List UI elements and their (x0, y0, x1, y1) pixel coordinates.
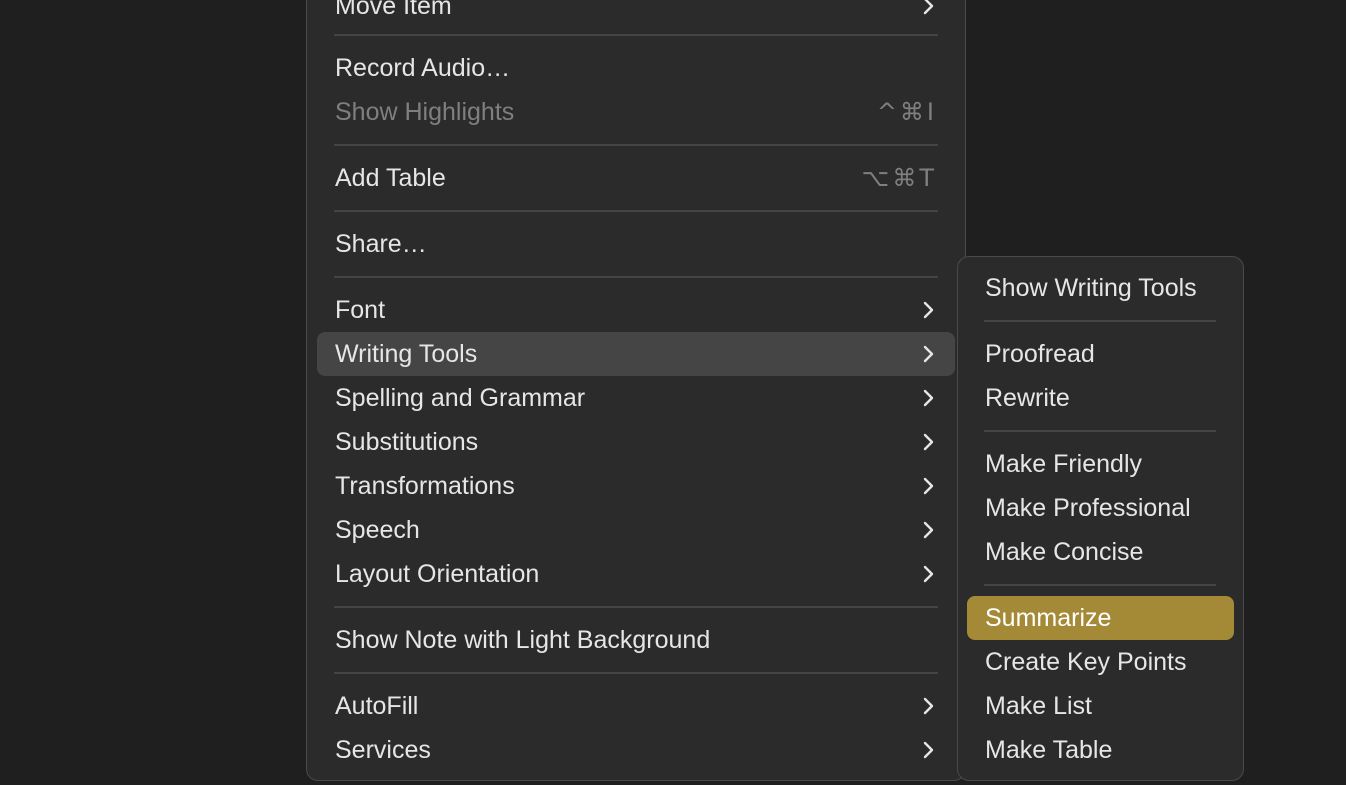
menu-separator (984, 584, 1216, 586)
menu-item-transformations[interactable]: Transformations (317, 464, 955, 508)
menu-item-label: Move Item (335, 0, 452, 20)
submenu-item-make-table[interactable]: Make Table (967, 728, 1234, 772)
keyboard-shortcut: ^⌘I (876, 98, 937, 126)
menu-item-add-table[interactable]: Add Table ⌥⌘T (317, 156, 955, 200)
menu-item-label: Make Concise (985, 538, 1144, 566)
menu-item-services[interactable]: Services (317, 728, 955, 772)
menu-item-record-audio[interactable]: Record Audio… (317, 46, 955, 90)
menu-item-font[interactable]: Font (317, 288, 955, 332)
menu-item-label: Make Table (985, 736, 1113, 764)
chevron-right-icon (919, 521, 937, 539)
menu-item-label: Speech (335, 516, 420, 544)
chevron-right-icon (919, 389, 937, 407)
menu-item-label: Share… (335, 230, 427, 258)
menu-separator (334, 210, 938, 212)
chevron-right-icon (919, 345, 937, 363)
menu-item-label: Layout Orientation (335, 560, 540, 588)
submenu-item-make-list[interactable]: Make List (967, 684, 1234, 728)
menu-item-speech[interactable]: Speech (317, 508, 955, 552)
menu-item-label: Proofread (985, 340, 1095, 368)
menu-item-layout-orientation[interactable]: Layout Orientation (317, 552, 955, 596)
menu-item-label: Show Highlights (335, 98, 515, 126)
menu-separator (984, 430, 1216, 432)
submenu-item-proofread[interactable]: Proofread (967, 332, 1234, 376)
chevron-right-icon (919, 477, 937, 495)
menu-item-label: Make Professional (985, 494, 1191, 522)
chevron-right-icon (919, 741, 937, 759)
chevron-right-icon (919, 697, 937, 715)
chevron-right-icon (919, 0, 937, 15)
submenu-item-make-friendly[interactable]: Make Friendly (967, 442, 1234, 486)
menu-item-share[interactable]: Share… (317, 222, 955, 266)
menu-item-spelling-and-grammar[interactable]: Spelling and Grammar (317, 376, 955, 420)
menu-item-show-note-light-background[interactable]: Show Note with Light Background (317, 618, 955, 662)
menu-separator (334, 144, 938, 146)
keyboard-shortcut: ⌥⌘T (861, 164, 937, 192)
menu-item-label: Make Friendly (985, 450, 1142, 478)
menu-item-label: Make List (985, 692, 1092, 720)
menu-item-label: Services (335, 736, 431, 764)
menu-separator (334, 276, 938, 278)
submenu-item-rewrite[interactable]: Rewrite (967, 376, 1234, 420)
menu-item-label: Substitutions (335, 428, 479, 456)
menu-separator (984, 320, 1216, 322)
menu-item-writing-tools[interactable]: Writing Tools (317, 332, 955, 376)
menu-item-autofill[interactable]: AutoFill (317, 684, 955, 728)
menu-item-label: AutoFill (335, 692, 419, 720)
menu-item-label: Font (335, 296, 386, 324)
menu-item-label: Show Writing Tools (985, 274, 1197, 302)
menu-item-show-highlights: Show Highlights ^⌘I (317, 90, 955, 134)
menu-item-label: Create Key Points (985, 648, 1187, 676)
menu-item-label: Spelling and Grammar (335, 384, 586, 412)
submenu-item-show-writing-tools[interactable]: Show Writing Tools (967, 266, 1234, 310)
menu-item-label: Record Audio… (335, 54, 511, 82)
menu-separator (334, 672, 938, 674)
menu-item-label: Summarize (985, 604, 1112, 632)
menu-item-move-item[interactable]: Move Item (317, 0, 955, 28)
chevron-right-icon (919, 433, 937, 451)
menu-separator (334, 606, 938, 608)
context-menu: Move Item Record Audio… Show Highlights … (306, 0, 966, 781)
menu-item-substitutions[interactable]: Substitutions (317, 420, 955, 464)
menu-item-label: Show Note with Light Background (335, 626, 711, 654)
menu-item-label: Transformations (335, 472, 515, 500)
chevron-right-icon (919, 565, 937, 583)
menu-item-label: Add Table (335, 164, 446, 192)
menu-item-label: Writing Tools (335, 340, 478, 368)
menu-separator (334, 34, 938, 36)
menu-item-label: Rewrite (985, 384, 1070, 412)
submenu-item-create-key-points[interactable]: Create Key Points (967, 640, 1234, 684)
chevron-right-icon (919, 301, 937, 319)
submenu-item-summarize[interactable]: Summarize (967, 596, 1234, 640)
submenu-item-make-concise[interactable]: Make Concise (967, 530, 1234, 574)
submenu-item-make-professional[interactable]: Make Professional (967, 486, 1234, 530)
writing-tools-submenu: Show Writing Tools Proofread Rewrite Mak… (957, 256, 1244, 781)
